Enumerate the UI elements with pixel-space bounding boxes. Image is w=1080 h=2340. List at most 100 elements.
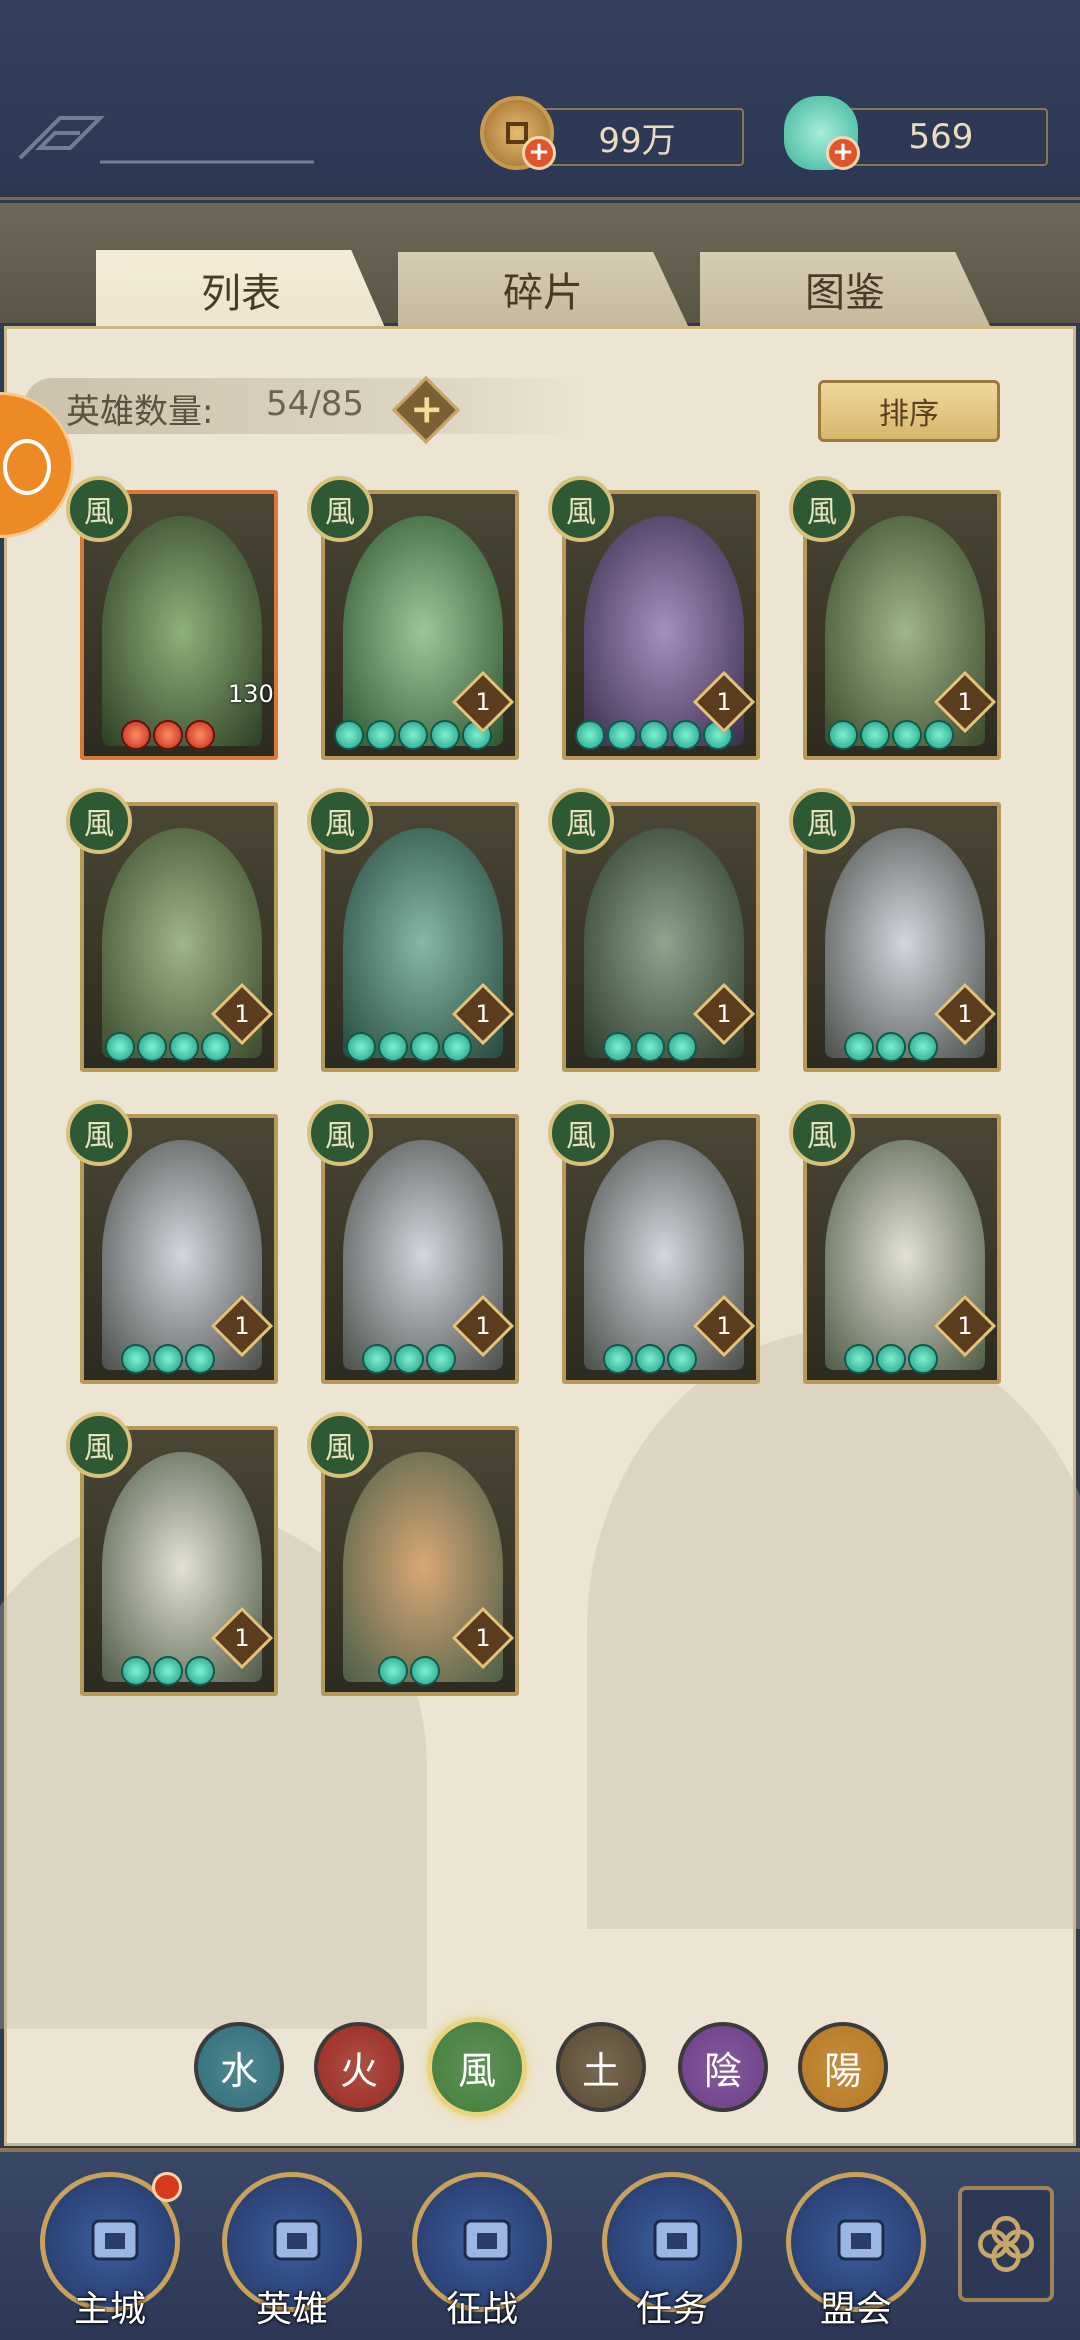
star-icon — [844, 1344, 874, 1374]
star-icon — [410, 1032, 440, 1062]
hero-star-rating — [378, 1656, 440, 1686]
hero-level: 1 — [957, 1312, 973, 1340]
hero-star-rating — [362, 1344, 456, 1374]
hero-star-rating — [603, 1344, 697, 1374]
wind-element-badge: 風 — [307, 1412, 373, 1478]
wind-element-badge: 風 — [548, 788, 614, 854]
tab-list-label: 列表 — [201, 271, 281, 317]
mountain-decoration — [587, 1329, 1080, 1929]
coins-value: 99万 — [598, 120, 676, 161]
wind-element-badge: 風 — [307, 476, 373, 542]
wind-element-badge: 風 — [66, 788, 132, 854]
star-icon — [185, 720, 215, 750]
tab-collection[interactable]: 图鉴 — [700, 252, 990, 326]
element-filter-1[interactable]: 火 — [314, 2022, 404, 2112]
star-icon — [121, 1344, 151, 1374]
star-icon — [153, 720, 183, 750]
coins-counter: 99万 — [530, 108, 744, 166]
jade-counter: 569 — [834, 108, 1048, 166]
star-icon — [635, 1032, 665, 1062]
star-icon — [137, 1032, 167, 1062]
element-filter-3[interactable]: 土 — [556, 2022, 646, 2112]
star-icon — [430, 720, 460, 750]
tab-fragments-label: 碎片 — [503, 270, 583, 316]
wind-element-badge: 風 — [307, 1100, 373, 1166]
nav-label: 任务 — [635, 2289, 708, 2330]
star-icon — [153, 1656, 183, 1686]
wind-element-badge: 風 — [789, 788, 855, 854]
nav-label: 主城 — [73, 2289, 146, 2330]
tab-collection-label: 图鉴 — [805, 270, 885, 316]
wind-element-badge: 風 — [548, 476, 614, 542]
element-filter-2[interactable]: 風 — [427, 2017, 527, 2117]
hero-star-rating — [844, 1032, 938, 1062]
menu-knot-icon — [978, 2216, 1034, 2272]
star-icon — [169, 1032, 199, 1062]
hero-level: 1 — [957, 1000, 973, 1028]
hero-level: 1 — [716, 688, 732, 716]
star-icon — [121, 720, 151, 750]
wind-element-badge: 風 — [789, 476, 855, 542]
nav-item-1[interactable]: 英雄 — [222, 2172, 362, 2330]
menu-button[interactable] — [958, 2186, 1054, 2302]
sort-button[interactable]: 排序 — [818, 380, 1000, 442]
star-icon — [378, 1032, 408, 1062]
star-icon — [105, 1032, 135, 1062]
star-icon — [860, 720, 890, 750]
star-icon — [908, 1344, 938, 1374]
star-icon — [334, 720, 364, 750]
element-filter-0[interactable]: 水 — [194, 2022, 284, 2112]
star-icon — [426, 1344, 456, 1374]
sort-button-label: 排序 — [879, 397, 939, 432]
star-icon — [121, 1656, 151, 1686]
wind-element-badge: 風 — [548, 1100, 614, 1166]
star-icon — [603, 1344, 633, 1374]
hero-star-rating — [105, 1032, 231, 1062]
add-jade-button[interactable]: + — [826, 136, 860, 170]
star-icon — [362, 1344, 392, 1374]
nav-label: 征战 — [445, 2289, 518, 2330]
decorative-pattern — [18, 116, 314, 164]
top-bar — [0, 0, 1080, 200]
star-icon — [378, 1656, 408, 1686]
quest-scroll-icon-glyph — [653, 2219, 701, 2261]
star-icon — [442, 1032, 472, 1062]
star-icon — [607, 720, 637, 750]
hero-star-rating — [334, 720, 492, 750]
nav-item-3[interactable]: 任务 — [602, 2172, 742, 2330]
star-icon — [366, 720, 396, 750]
tab-fragments[interactable]: 碎片 — [398, 252, 688, 326]
city-gate-icon-glyph — [91, 2219, 139, 2261]
hero-count-label: 英雄数量: — [66, 392, 214, 432]
hero-star-rating — [844, 1344, 938, 1374]
element-filter-5[interactable]: 陽 — [798, 2022, 888, 2112]
nav-item-2[interactable]: 征战 — [412, 2172, 552, 2330]
hero-star-rating — [575, 720, 733, 750]
nav-label: 盟会 — [819, 2289, 892, 2330]
hero-star-rating — [603, 1032, 697, 1062]
add-coins-button[interactable]: + — [522, 136, 556, 170]
element-filter-4[interactable]: 陰 — [678, 2022, 768, 2112]
battle-flag-icon-glyph — [463, 2219, 511, 2261]
hero-star-rating — [121, 720, 215, 750]
hero-portrait-icon-glyph — [273, 2219, 321, 2261]
star-icon — [639, 720, 669, 750]
wind-element-badge: 風 — [789, 1100, 855, 1166]
hero-star-rating — [121, 1656, 215, 1686]
star-icon — [635, 1344, 665, 1374]
wind-element-badge: 風 — [307, 788, 373, 854]
hero-star-rating — [121, 1344, 215, 1374]
star-icon — [201, 1032, 231, 1062]
tab-list[interactable]: 列表 — [96, 250, 386, 330]
star-icon — [671, 720, 701, 750]
hero-level: 1 — [234, 1624, 250, 1652]
star-icon — [667, 1344, 697, 1374]
star-icon — [603, 1032, 633, 1062]
star-icon — [185, 1656, 215, 1686]
star-icon — [667, 1032, 697, 1062]
star-icon — [844, 1032, 874, 1062]
nav-item-4[interactable]: 盟会 — [786, 2172, 926, 2330]
star-icon — [828, 720, 858, 750]
hero-count-value: 54/85 — [266, 384, 364, 424]
star-icon — [876, 1032, 906, 1062]
